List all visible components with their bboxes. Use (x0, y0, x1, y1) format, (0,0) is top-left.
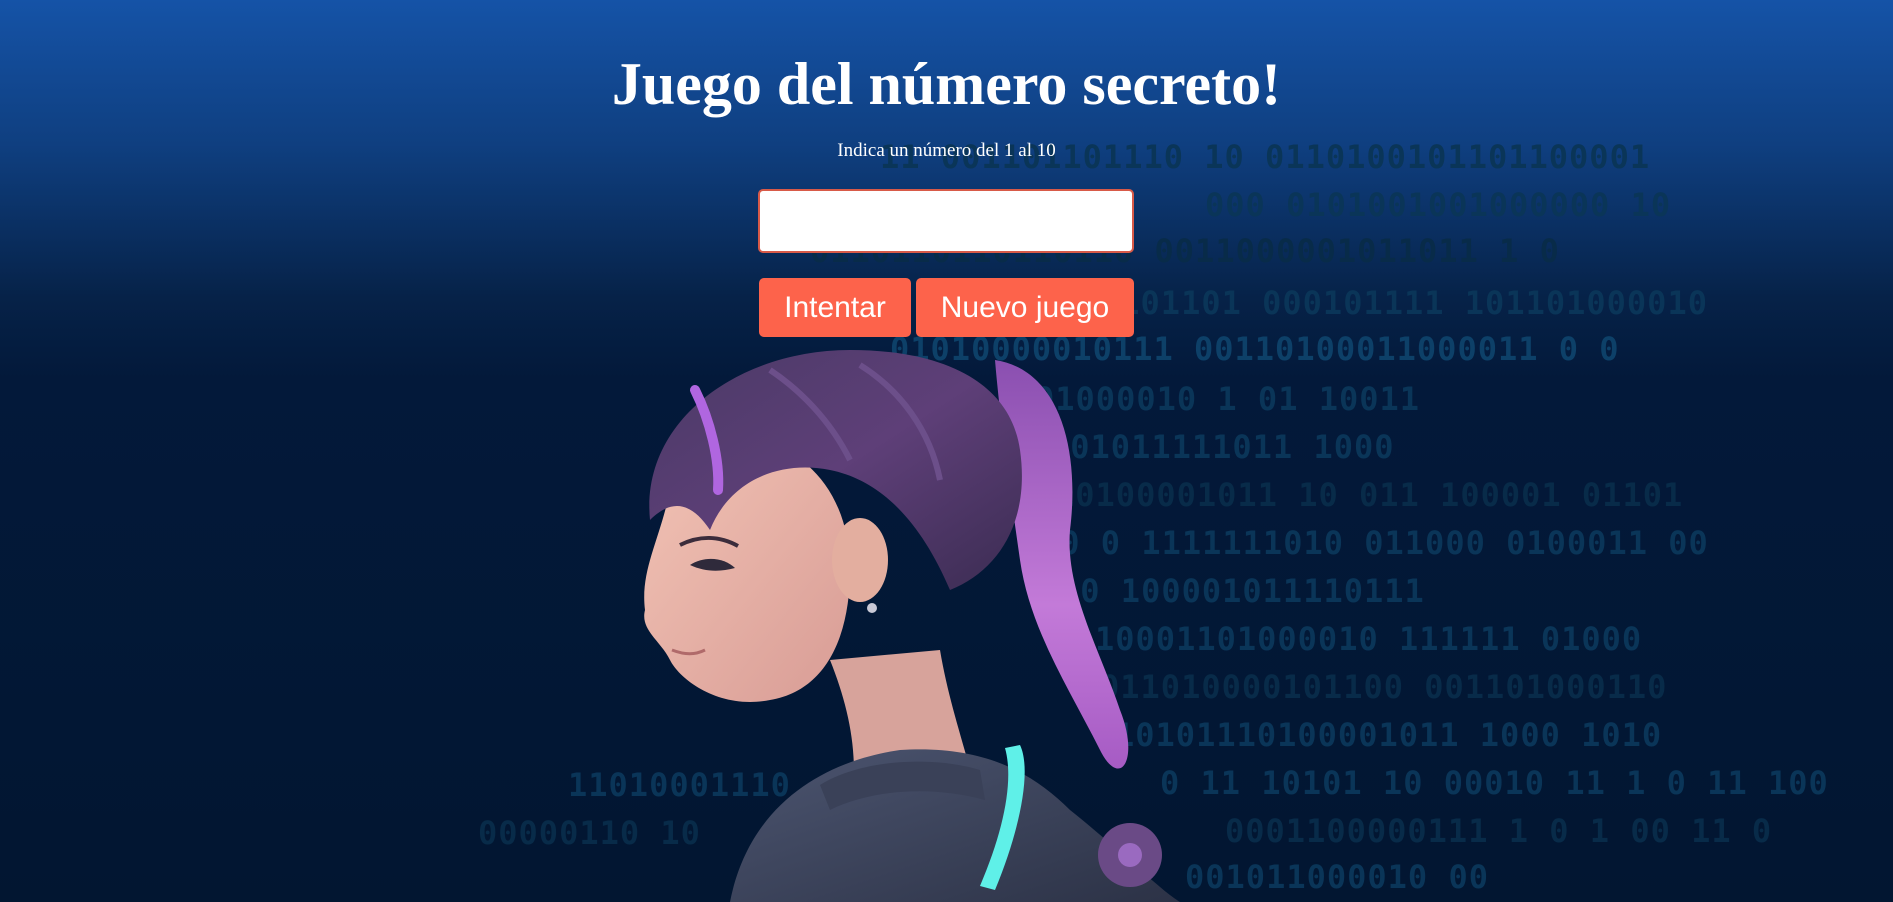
new-game-button[interactable]: Nuevo juego (916, 278, 1134, 337)
try-button[interactable]: Intentar (759, 278, 911, 337)
page-title: Juego del número secreto! (611, 51, 1282, 117)
binary-text: 0 11 10101 10 00010 11 1 0 11 100 (1160, 764, 1829, 802)
binary-text: 0101101 000101111 101101000010 (1100, 284, 1708, 322)
cyber-girl-illustration (644, 350, 1180, 902)
binary-text: 0001100000111 1 0 1 00 11 0 (1225, 812, 1773, 850)
binary-text: 000 0101001001000000 10 (1205, 186, 1672, 224)
number-input[interactable] (758, 189, 1134, 253)
instruction-text: Indica un número del 1 al 10 (837, 140, 1056, 161)
